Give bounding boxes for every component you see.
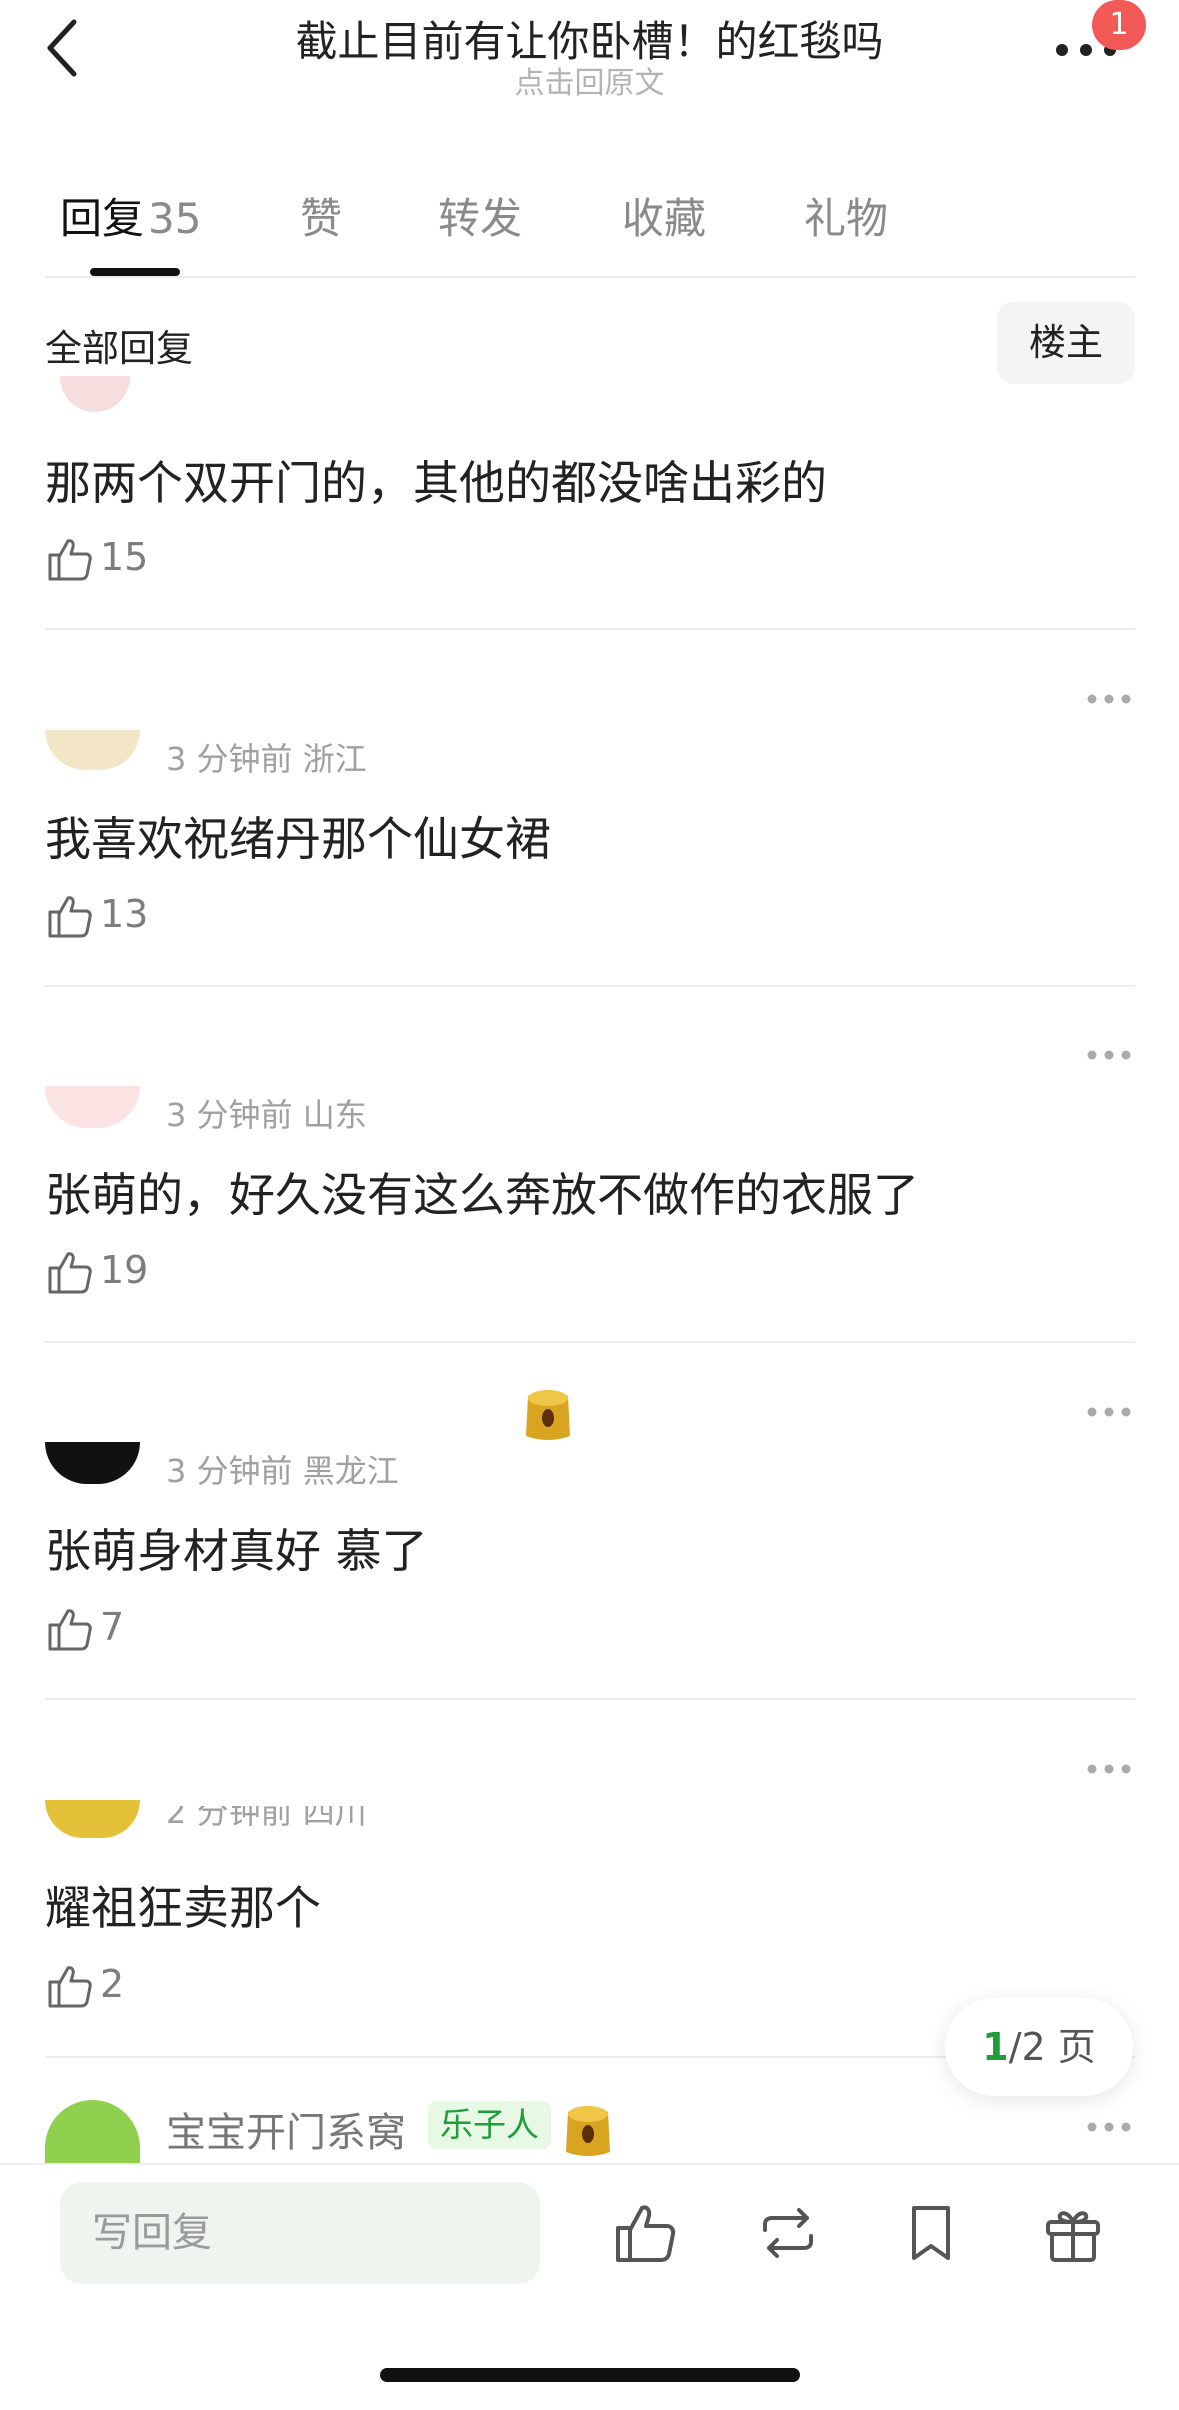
comment-more-icon[interactable] xyxy=(1086,1405,1132,1419)
thumbs-up-icon[interactable] xyxy=(46,892,94,940)
avatar[interactable] xyxy=(60,376,130,412)
comment-more-icon[interactable] xyxy=(1086,1048,1132,1062)
tab-likes[interactable]: 赞 xyxy=(300,185,342,246)
owner-filter-button[interactable]: 楼主 xyxy=(997,302,1135,384)
comment-more-icon[interactable] xyxy=(1086,1762,1132,1776)
comment-divider xyxy=(45,628,1135,630)
avatar[interactable] xyxy=(45,1800,140,1838)
comment-meta: 3 分钟前 黑龙江 xyxy=(166,1452,399,1490)
home-indicator xyxy=(380,2368,800,2382)
tree-stump-emoji-icon xyxy=(526,1390,570,1440)
thumbs-up-icon[interactable] xyxy=(46,1605,94,1653)
like-count: 7 xyxy=(100,1605,125,1649)
like-count: 15 xyxy=(100,535,149,579)
tabs-divider xyxy=(45,276,1135,278)
tab-favorites[interactable]: 收藏 xyxy=(622,185,706,246)
avatar[interactable] xyxy=(45,1086,140,1128)
avatar[interactable] xyxy=(45,730,140,770)
comment-more-icon[interactable] xyxy=(1086,692,1132,706)
comment-text: 耀祖狂卖那个 xyxy=(45,1881,321,1935)
tree-stump-emoji-icon xyxy=(566,2106,610,2156)
like-count: 19 xyxy=(100,1248,149,1292)
comment-meta: 3 分钟前 浙江 xyxy=(166,740,367,778)
back-to-original-link[interactable]: 点击回原文 xyxy=(0,58,1179,102)
notification-badge: 1 xyxy=(1092,0,1146,50)
page-indicator[interactable]: 1/2 页 xyxy=(945,1998,1133,2096)
comment-more-icon[interactable] xyxy=(1086,2120,1132,2134)
reply-input[interactable]: 写回复 xyxy=(60,2182,540,2284)
thumbs-up-icon[interactable] xyxy=(46,1248,94,1296)
gift-icon[interactable] xyxy=(1040,2200,1106,2266)
comment-text: 张萌的，好久没有这么奔放不做作的衣服了 xyxy=(45,1168,919,1222)
like-count: 2 xyxy=(100,1962,125,2006)
repost-icon[interactable] xyxy=(755,2200,821,2266)
user-tag: 乐子人 xyxy=(428,2101,551,2149)
like-count: 13 xyxy=(100,892,149,936)
thumbs-up-icon[interactable] xyxy=(46,535,94,583)
tab-gifts[interactable]: 礼物 xyxy=(804,185,888,246)
comment-meta: 3 分钟前 山东 xyxy=(166,1096,367,1134)
tab-replies[interactable]: 回复35 xyxy=(60,185,201,246)
comment-divider xyxy=(45,1341,1135,1343)
section-title: 全部回复 xyxy=(45,327,193,370)
tab-replies-label: 回复 xyxy=(60,194,145,243)
current-page: 1 xyxy=(982,2025,1009,2069)
username[interactable]: 宝宝开门系窝 xyxy=(166,2100,406,2158)
comment-divider xyxy=(45,1698,1135,1700)
tab-reposts[interactable]: 转发 xyxy=(438,185,522,246)
comment-text: 那两个双开门的，其他的都没啥出彩的 xyxy=(45,456,827,510)
like-icon[interactable] xyxy=(612,2200,678,2266)
avatar[interactable] xyxy=(45,2100,140,2163)
comment-meta: 2 分钟前 四川 xyxy=(166,1806,367,1828)
comment-divider xyxy=(45,985,1135,987)
tab-replies-count: 35 xyxy=(148,194,202,243)
comment-text: 我喜欢祝绪丹那个仙女裙 xyxy=(45,812,551,866)
comment-text: 张萌身材真好 慕了 xyxy=(45,1524,428,1578)
page-total: /2 页 xyxy=(1008,2025,1096,2069)
bookmark-icon[interactable] xyxy=(898,2200,964,2266)
thumbs-up-icon[interactable] xyxy=(46,1962,94,2010)
avatar[interactable] xyxy=(45,1442,140,1484)
active-tab-indicator xyxy=(90,268,180,276)
